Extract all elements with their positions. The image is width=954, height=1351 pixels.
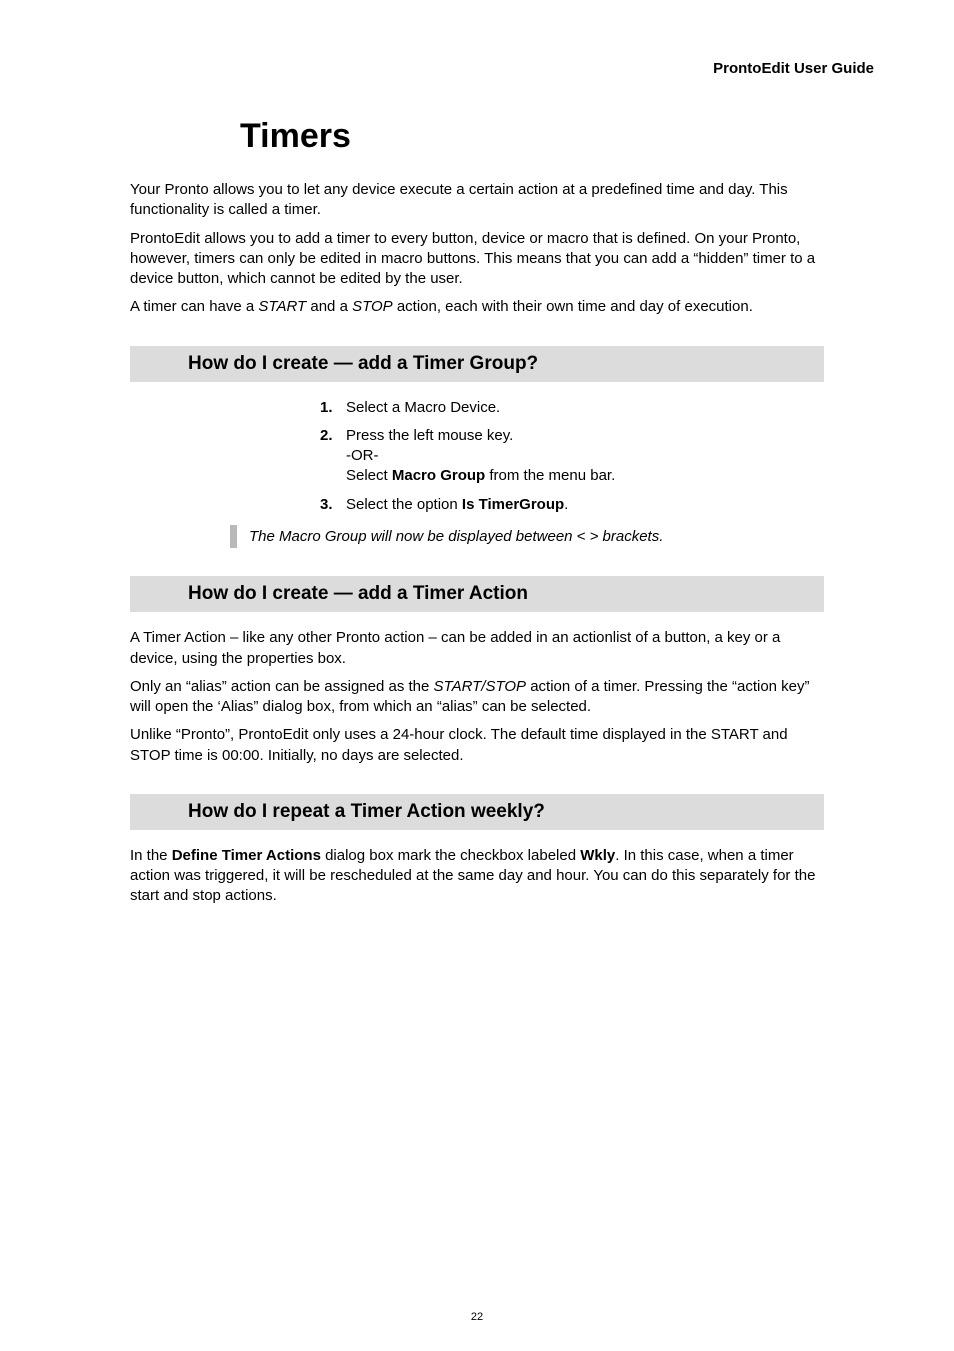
start-stop-italic: START/STOP — [434, 678, 527, 695]
step-2: 2. Press the left mouse key. -OR- Select… — [320, 426, 824, 487]
section-heading-bar-1: How do I create — add a Timer Group? — [130, 346, 824, 382]
step-body: Select the option Is TimerGroup. — [346, 495, 568, 515]
text-run: dialog box mark the checkbox labeled — [321, 847, 580, 864]
intro-paragraph-3: A timer can have a START and a STOP acti… — [130, 297, 824, 317]
chapter-title: Timers — [240, 117, 874, 156]
text-run: Select — [346, 467, 392, 484]
page-number: 22 — [0, 1311, 954, 1323]
section-heading-bar-3: How do I repeat a Timer Action weekly? — [130, 794, 824, 830]
section-heading-2: How do I create — add a Timer Action — [188, 583, 824, 605]
sec2-paragraph-3: Unlike “Pronto”, ProntoEdit only uses a … — [130, 725, 824, 766]
step-3: 3. Select the option Is TimerGroup. — [320, 495, 824, 515]
text-run: A timer can have a — [130, 298, 258, 315]
text-run: Select the option — [346, 496, 462, 513]
running-head: ProntoEdit User Guide — [80, 60, 874, 77]
note-callout: The Macro Group will now be displayed be… — [130, 525, 824, 549]
sec2-paragraph-2: Only an “alias” action can be assigned a… — [130, 677, 824, 718]
text-run: action, each with their own time and day… — [393, 298, 753, 315]
start-italic: START — [258, 298, 306, 315]
stop-italic: STOP — [352, 298, 393, 315]
intro-paragraph-1: Your Pronto allows you to let any device… — [130, 180, 824, 221]
note-text: The Macro Group will now be displayed be… — [249, 525, 663, 549]
step-number: 2. — [320, 426, 346, 446]
text-run: In the — [130, 847, 172, 864]
step-1: 1. Select a Macro Device. — [320, 398, 824, 418]
define-timer-actions-bold: Define Timer Actions — [172, 847, 321, 864]
steps-list-1: 1. Select a Macro Device. 2. Press the l… — [130, 398, 824, 515]
step-line: Press the left mouse key. — [346, 426, 615, 446]
note-bar-icon — [230, 525, 237, 549]
step-body: Press the left mouse key. -OR- Select Ma… — [346, 426, 615, 487]
text-run: from the menu bar. — [485, 467, 615, 484]
is-timergroup-bold: Is TimerGroup — [462, 496, 564, 513]
text-run: Only an “alias” action can be assigned a… — [130, 678, 434, 695]
text-run: . — [564, 496, 568, 513]
step-line: -OR- — [346, 446, 615, 466]
step-line: Select Macro Group from the menu bar. — [346, 466, 615, 486]
step-number: 1. — [320, 398, 346, 418]
sec3-paragraph-1: In the Define Timer Actions dialog box m… — [130, 846, 824, 907]
intro-paragraph-2: ProntoEdit allows you to add a timer to … — [130, 229, 824, 290]
step-number: 3. — [320, 495, 346, 515]
macro-group-bold: Macro Group — [392, 467, 485, 484]
page: ProntoEdit User Guide Timers Your Pronto… — [0, 0, 954, 1351]
text-run: and a — [306, 298, 352, 315]
section-heading-bar-2: How do I create — add a Timer Action — [130, 576, 824, 612]
step-body: Select a Macro Device. — [346, 398, 500, 418]
section-heading-1: How do I create — add a Timer Group? — [188, 353, 824, 375]
section-heading-3: How do I repeat a Timer Action weekly? — [188, 801, 824, 823]
sec2-paragraph-1: A Timer Action – like any other Pronto a… — [130, 628, 824, 669]
wkly-bold: Wkly — [580, 847, 615, 864]
